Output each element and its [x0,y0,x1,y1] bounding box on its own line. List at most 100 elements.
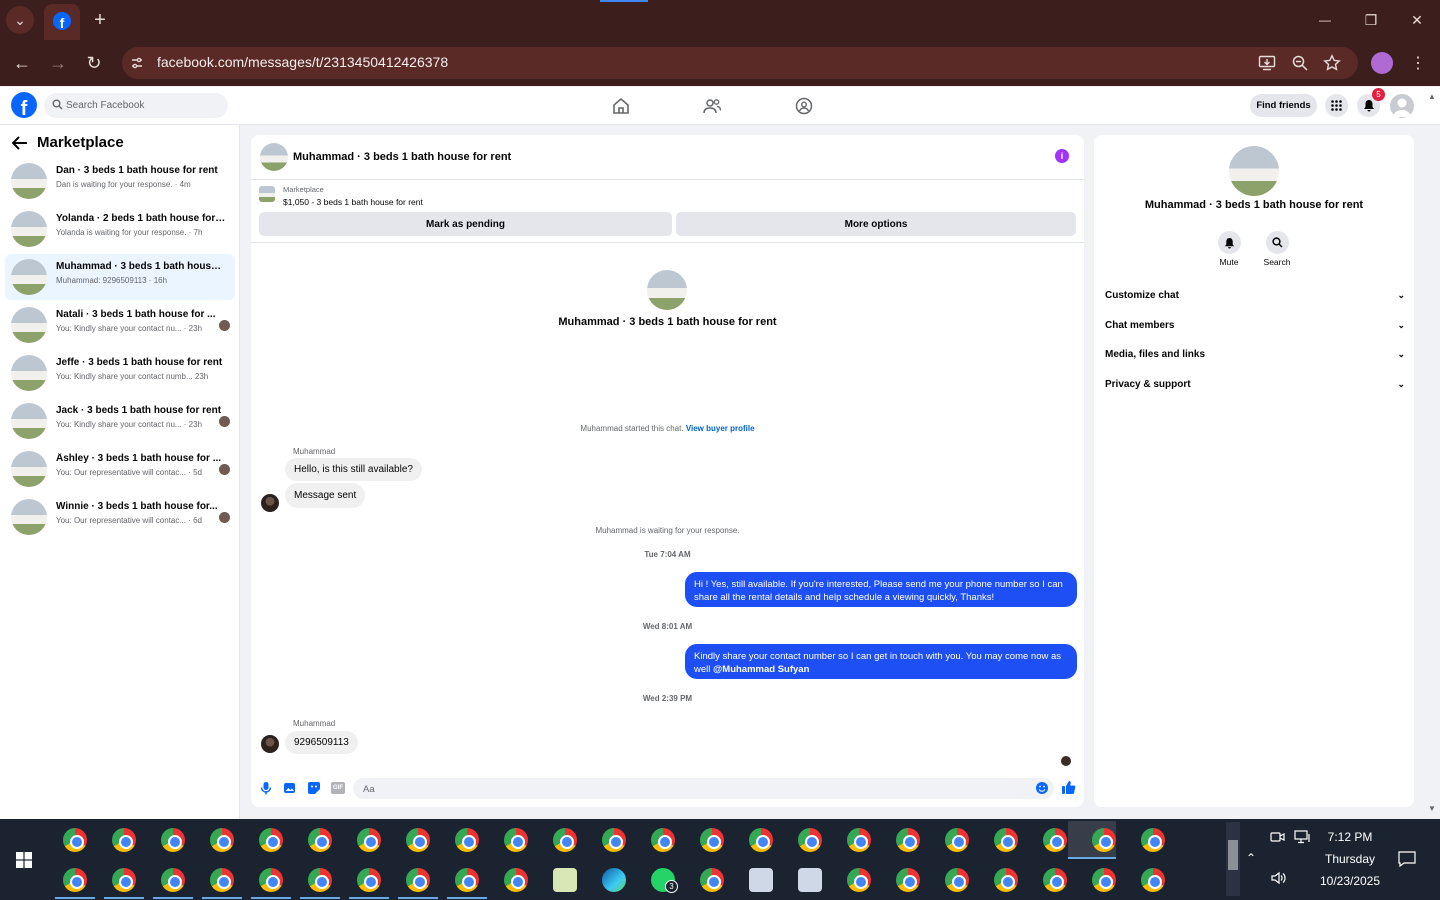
like-thumb-icon[interactable] [1061,780,1076,795]
chrome-app-icon[interactable] [112,868,136,892]
minimize-button[interactable]: — [1312,8,1338,32]
chrome-app-icon[interactable] [259,828,283,852]
info-avatar[interactable] [1229,146,1279,196]
chrome-app-icon[interactable] [847,868,871,892]
incoming-message[interactable]: Message sent [285,483,366,508]
mute-button[interactable] [1218,231,1241,254]
clock-date[interactable]: 10/23/2025 [1310,874,1390,888]
conversation-item[interactable]: Winnie · 3 beds 1 bath house for... You: … [5,494,235,540]
chrome-app-icon[interactable] [406,828,430,852]
chrome-app-icon[interactable] [749,828,773,852]
chrome-app-icon[interactable] [602,828,626,852]
microphone-icon[interactable] [259,781,273,795]
info-section[interactable]: Chat members ⌄ [1105,320,1405,331]
sticker-icon[interactable] [307,781,321,795]
chrome-app-icon[interactable] [406,868,430,892]
more-options-button[interactable]: More options [676,212,1076,236]
site-settings-icon[interactable] [130,56,144,70]
home-nav-icon[interactable] [611,97,631,115]
install-app-icon[interactable] [1258,54,1276,72]
app-icon[interactable] [798,868,822,892]
chrome-app-icon[interactable] [259,868,283,892]
chrome-app-icon[interactable] [308,828,332,852]
scroll-up-icon[interactable]: ▲ [1428,92,1436,101]
sender-avatar[interactable] [261,494,279,512]
volume-icon[interactable] [1270,871,1286,885]
outgoing-message[interactable]: Kindly share your contact number so I ca… [685,644,1077,679]
chrome-app-icon[interactable] [553,828,577,852]
mark-pending-button[interactable]: Mark as pending [259,212,672,236]
sender-avatar[interactable] [261,735,279,753]
chrome-app-icon[interactable] [651,828,675,852]
chevron-up-icon[interactable]: ⌃ [1246,851,1256,865]
meet-now-icon[interactable] [1270,830,1286,844]
find-friends-button[interactable]: Find friends [1250,94,1317,117]
notification-center-icon[interactable] [1398,851,1416,868]
chrome-app-icon[interactable] [1043,828,1067,852]
zoom-icon[interactable] [1291,54,1309,72]
restore-button[interactable]: ❐ [1358,8,1384,32]
chrome-app-icon[interactable] [63,828,87,852]
search-chat-button[interactable] [1266,231,1289,254]
edge-app-icon[interactable] [602,868,626,892]
chrome-app-icon[interactable] [210,868,234,892]
chrome-app-icon[interactable] [945,868,969,892]
bookmark-star-icon[interactable] [1323,54,1341,72]
menu-grid-button[interactable] [1325,94,1348,117]
clock-day[interactable]: Thursday [1310,852,1390,866]
tab-list-button[interactable]: ⌄ [6,6,34,34]
outgoing-message[interactable]: Hi ! Yes, still available. If you're int… [685,572,1077,607]
taskbar-scrollbar[interactable] [1226,822,1240,896]
chrome-app-icon[interactable] [1043,868,1067,892]
chrome-app-icon[interactable] [357,868,381,892]
conversation-item[interactable]: Yolanda · 2 beds 1 bath house for r... Yo… [5,206,235,252]
chrome-app-icon[interactable] [798,828,822,852]
chat-header-avatar[interactable] [260,143,288,171]
new-tab-button[interactable]: + [88,8,112,32]
chrome-app-icon[interactable] [63,868,87,892]
chrome-app-icon[interactable] [357,828,381,852]
chrome-app-icon[interactable] [994,828,1018,852]
chrome-app-icon[interactable] [161,868,185,892]
back-arrow-icon[interactable] [11,136,28,150]
chrome-app-icon[interactable] [308,868,332,892]
mention[interactable]: @Muhammad Sufyan [713,664,809,675]
chrome-app-icon[interactable] [1141,828,1165,852]
browser-menu-button[interactable]: ⋮ [1408,52,1428,74]
chrome-app-icon[interactable] [455,868,479,892]
chrome-app-icon[interactable] [896,868,920,892]
conversation-item[interactable]: Dan · 3 beds 1 bath house for rent Dan is… [5,158,235,204]
info-section[interactable]: Media, files and links ⌄ [1105,349,1405,360]
chrome-app-icon[interactable] [1092,868,1116,892]
facebook-logo[interactable]: f [11,92,37,118]
chrome-app-icon[interactable] [994,868,1018,892]
info-section[interactable]: Customize chat ⌄ [1105,290,1405,301]
chrome-app-icon[interactable] [161,828,185,852]
reload-button[interactable]: ↻ [82,51,106,75]
notepad-app-icon[interactable] [553,868,577,892]
chrome-app-icon[interactable] [847,828,871,852]
active-tab[interactable]: f [44,4,80,40]
incoming-message[interactable]: Hello, is this still available? [285,458,422,481]
scrollbar-thumb[interactable] [1228,840,1238,870]
view-buyer-profile-link[interactable]: View buyer profile [686,424,755,433]
chrome-app-icon[interactable] [504,828,528,852]
chat-profile-avatar[interactable] [647,270,687,310]
info-section[interactable]: Privacy & support ⌄ [1105,379,1405,390]
clock-time[interactable]: 7:12 PM [1310,830,1390,844]
conversation-item[interactable]: Jeffe · 3 beds 1 bath house for rent You:… [5,350,235,396]
chrome-app-icon[interactable] [504,868,528,892]
chrome-app-icon[interactable] [700,868,724,892]
conversation-item[interactable]: Jack · 3 beds 1 bath house for rent You: … [5,398,235,444]
scroll-down-icon[interactable]: ▼ [1428,804,1436,813]
chrome-app-icon[interactable] [455,828,479,852]
conversation-item[interactable]: Äshley · 3 beds 1 bath house for ... You:… [5,446,235,492]
profile-avatar[interactable] [1371,52,1393,74]
conversation-item[interactable]: Natali · 3 beds 1 bath house for ... You:… [5,302,235,348]
url-text[interactable]: facebook.com/messages/t/2313450412426378 [157,54,448,70]
gif-icon[interactable]: GIF [331,782,345,794]
keyboard-app-icon[interactable] [749,868,773,892]
message-input[interactable] [353,778,1054,799]
conversation-item[interactable]: Muhammad · 3 beds 1 bath house ... Muhamm… [5,254,235,300]
listing-thumbnail[interactable] [259,186,275,202]
